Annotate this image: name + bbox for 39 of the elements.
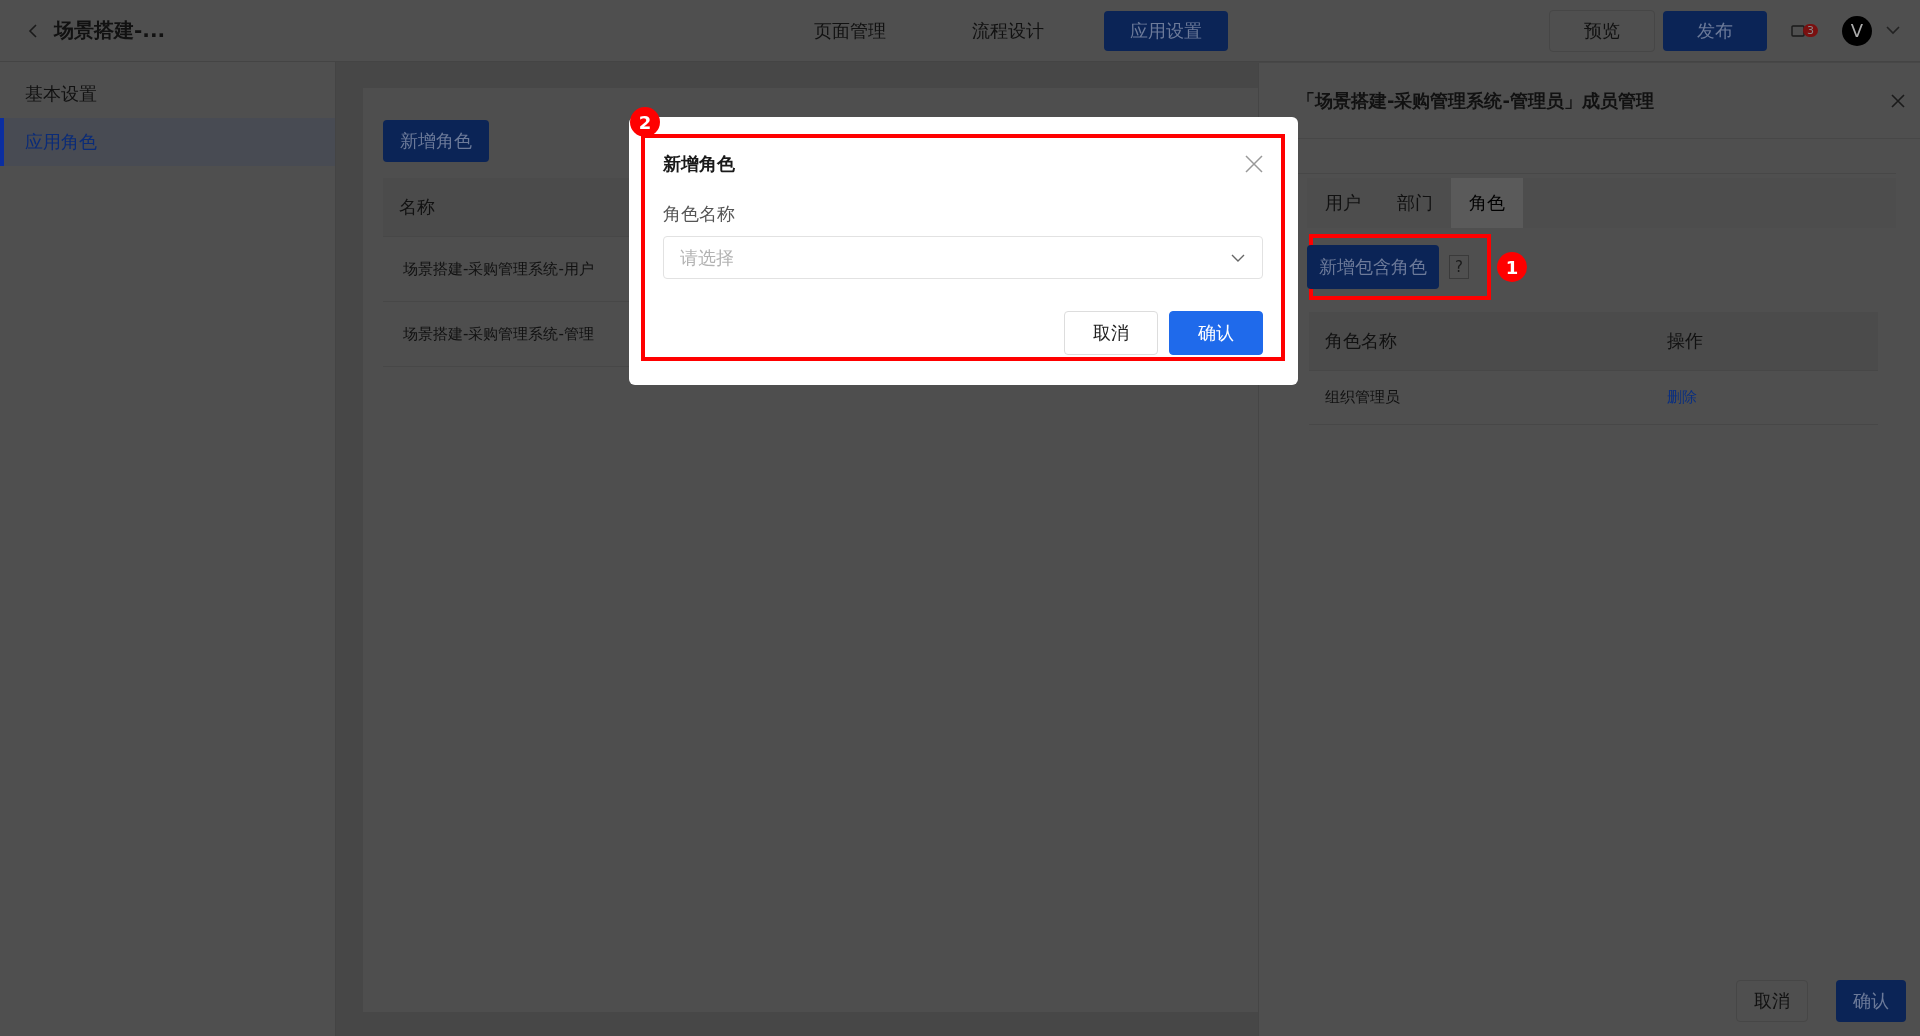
table-cell: 场景搭建-采购管理系统-管理 (403, 325, 594, 343)
confirm-button[interactable]: 确认 (1169, 311, 1263, 355)
app-title: 场景搭建-... (54, 17, 166, 44)
tab[interactable]: 部门 (1379, 178, 1451, 228)
role-select[interactable]: 请选择 (663, 236, 1263, 279)
field-label: 角色名称 (663, 202, 736, 226)
cancel-button[interactable]: 取消 (1736, 980, 1808, 1022)
sidebar-item[interactable]: 应用角色 (0, 118, 335, 166)
preview-button[interactable]: 预览 (1549, 9, 1655, 52)
nav-tab[interactable]: 页面管理 (788, 10, 912, 51)
tab[interactable]: 角色 (1451, 178, 1523, 228)
nav-tab[interactable]: 流程设计 (946, 10, 1070, 51)
dialog-title: 新增角色 (663, 152, 735, 176)
column-header: 操作 (1666, 329, 1704, 353)
close-icon[interactable] (1890, 92, 1906, 109)
chevron-down-icon (1231, 254, 1245, 262)
user-avatar[interactable]: V (1842, 15, 1872, 46)
help-icon[interactable]: ? (1449, 255, 1469, 279)
table-cell: 场景搭建-采购管理系统-用户 (403, 260, 594, 278)
cancel-button[interactable]: 取消 (1064, 311, 1158, 355)
sidebar-item[interactable]: 基本设置 (0, 70, 335, 118)
close-icon[interactable] (1245, 155, 1263, 173)
nav-tab[interactable]: 应用设置 (1104, 10, 1228, 51)
drawer-title: 「场景搭建-采购管理系统-管理员」成员管理 (1297, 88, 1654, 113)
add-included-role-button[interactable]: 新增包含角色 (1307, 245, 1439, 289)
tab[interactable]: 用户 (1307, 178, 1379, 228)
delete-link[interactable]: 删除 (1651, 388, 1713, 407)
notification-count: 3 (1803, 24, 1818, 37)
callout-badge: 1 (1497, 252, 1527, 282)
publish-button[interactable]: 发布 (1663, 10, 1767, 51)
back-icon[interactable] (28, 22, 38, 39)
add-role-button[interactable]: 新增角色 (383, 120, 489, 162)
column-header: 名称 (399, 196, 435, 217)
confirm-button[interactable]: 确认 (1836, 980, 1906, 1022)
table-cell-text: 组织管理员 (1324, 388, 1401, 407)
message-icon[interactable] (1791, 23, 1805, 38)
callout-badge: 2 (630, 107, 660, 137)
chevron-down-icon[interactable] (1886, 26, 1900, 35)
column-header: 角色名称 (1324, 329, 1398, 353)
